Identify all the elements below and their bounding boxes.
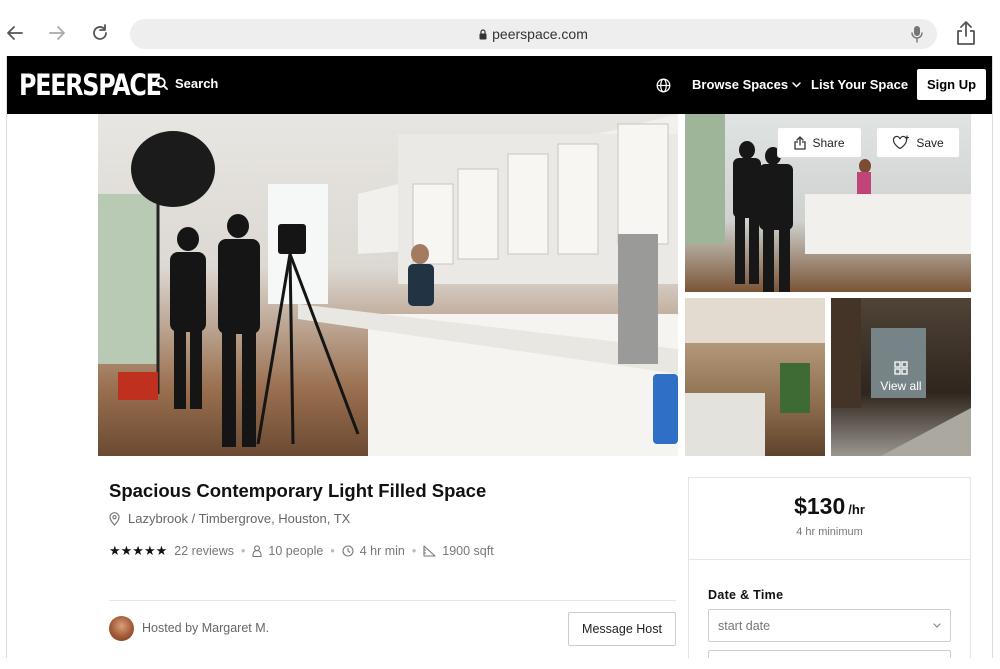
save-button[interactable]: Save — [876, 127, 960, 158]
separator-dot: • — [330, 544, 335, 558]
photo-living-room[interactable] — [685, 298, 825, 456]
start-date-select[interactable]: start date — [708, 609, 951, 642]
divider — [109, 600, 676, 601]
browser-chrome: peerspace.com — [0, 0, 1000, 56]
globe-icon[interactable] — [656, 78, 671, 98]
price-unit: /hr — [848, 502, 865, 517]
price-amount: $130 — [794, 493, 846, 519]
heart-icon — [893, 135, 910, 150]
host-avatar[interactable] — [109, 616, 134, 641]
web-page: PEERSPACE Search Browse Spaces List Your… — [6, 56, 993, 658]
price-section: $130/hr 4 hr minimum — [689, 478, 970, 560]
browse-spaces-label: Browse Spaces — [692, 77, 789, 92]
peerspace-logo[interactable]: PEERSPACE — [19, 68, 162, 102]
share-label: Share — [812, 135, 845, 150]
view-all-label: View all — [880, 379, 922, 393]
price-display: $130/hr — [689, 493, 970, 520]
date-time-label: Date & Time — [708, 588, 784, 602]
min-hours-text: 4 hr min — [359, 544, 405, 558]
area-ruler-icon — [423, 545, 436, 557]
share-button[interactable]: Share — [777, 127, 862, 158]
site-header: PEERSPACE Search Browse Spaces List Your… — [7, 56, 992, 114]
reviews-link[interactable]: 22 reviews — [174, 544, 234, 558]
size-text: 1900 sqft — [442, 544, 494, 558]
grid-icon — [894, 361, 908, 375]
browser-share-icon[interactable] — [955, 20, 977, 51]
location-text: Lazybrook / Timbergrove, Houston, TX — [128, 511, 351, 526]
browse-spaces-menu[interactable]: Browse Spaces — [692, 77, 801, 92]
search-link[interactable]: Search — [155, 76, 218, 91]
minimum-hours-note: 4 hr minimum — [796, 526, 863, 538]
lock-icon — [479, 28, 487, 40]
forward-arrow-icon[interactable] — [44, 20, 70, 46]
sign-up-button[interactable]: Sign Up — [917, 69, 986, 100]
listing-meta: ★★★★★ 22 reviews • 10 people • 4 hr min … — [109, 543, 494, 559]
listing-location: Lazybrook / Timbergrove, Houston, TX — [109, 511, 350, 526]
hosted-by-text: Hosted by Margaret M. — [142, 621, 270, 635]
address-bar[interactable]: peerspace.com — [130, 19, 937, 49]
booking-card: $130/hr 4 hr minimum Date & Time start d… — [688, 477, 971, 658]
clock-icon — [342, 545, 354, 557]
chevron-down-icon — [933, 623, 941, 628]
separator-dot: • — [241, 544, 246, 558]
url-text: peerspace.com — [492, 26, 588, 42]
search-icon — [155, 77, 168, 90]
search-label: Search — [175, 76, 219, 91]
list-your-space-link[interactable]: List Your Space — [811, 77, 908, 92]
microphone-icon[interactable] — [911, 25, 923, 46]
separator-dot: • — [411, 544, 417, 558]
back-arrow-icon[interactable] — [2, 20, 28, 46]
listing-title: Spacious Contemporary Light Filled Space — [109, 480, 487, 501]
map-pin-icon — [109, 511, 120, 526]
capacity-text: 10 people — [268, 544, 324, 558]
time-select[interactable] — [708, 650, 951, 658]
message-host-button[interactable]: Message Host — [568, 612, 676, 646]
person-icon — [252, 545, 262, 557]
share-icon — [794, 135, 807, 150]
chevron-down-icon — [792, 81, 801, 88]
save-label: Save — [916, 135, 944, 150]
reload-icon[interactable] — [87, 20, 113, 46]
view-all-photos-button[interactable]: View all — [831, 298, 971, 456]
main-photo[interactable] — [98, 114, 678, 456]
star-rating: ★★★★★ — [109, 543, 168, 558]
start-date-placeholder: start date — [718, 618, 771, 633]
